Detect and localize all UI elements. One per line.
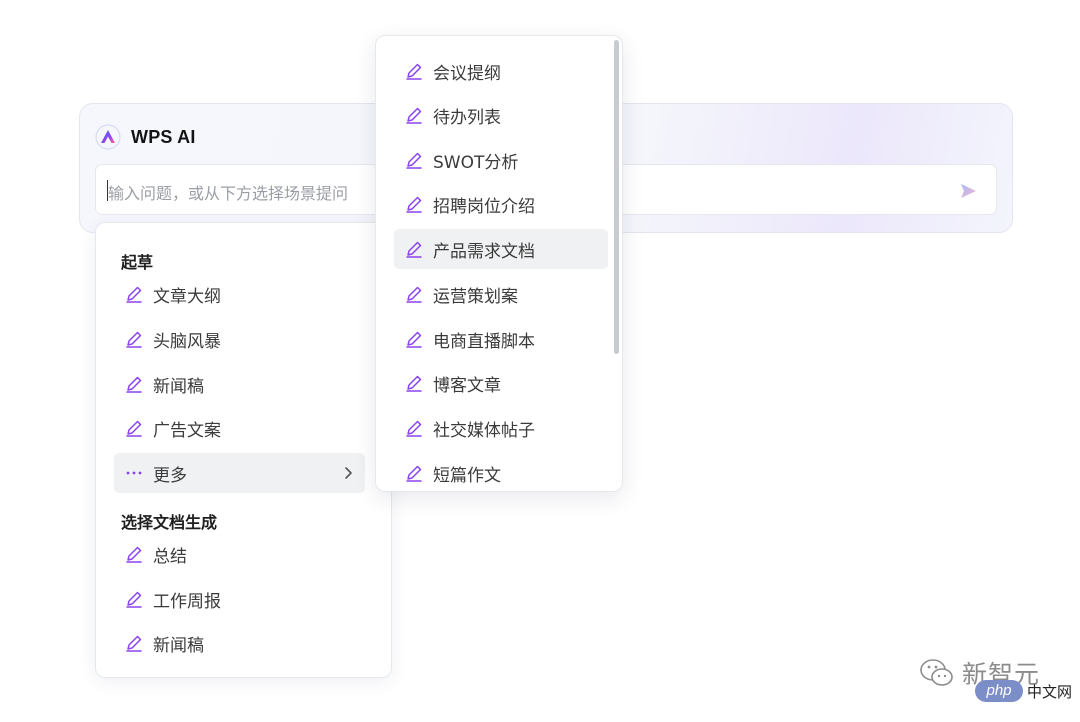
menu-item-doc-press-release[interactable]: 新闻稿 (114, 623, 365, 663)
menu-item-weekly-report[interactable]: 工作周报 (114, 579, 365, 619)
submenu-item-blog-post[interactable]: 博客文章 (394, 363, 608, 403)
menu-item-article-outline[interactable]: 文章大纲 (114, 274, 365, 314)
question-input-placeholder: 输入问题，或从下方选择场景提问 (108, 180, 348, 204)
submenu-item-label: 产品需求文档 (433, 237, 535, 262)
submenu-item-operations-plan[interactable]: 运营策划案 (394, 274, 608, 314)
submenu-item-social-post[interactable]: 社交媒体帖子 (394, 408, 608, 448)
pen-icon (404, 150, 424, 170)
menu-item-brainstorm[interactable]: 头脑风暴 (114, 319, 365, 359)
submenu-item-job-description[interactable]: 招聘岗位介绍 (394, 184, 608, 224)
pen-icon (404, 61, 424, 81)
pen-icon (124, 589, 144, 609)
menu-item-label: 更多 (153, 461, 187, 486)
pen-icon (404, 194, 424, 214)
more-submenu: 会议提纲 待办列表 SWOT分析 招聘岗位介绍 产品需求文档 运营策划案 电商直… (375, 35, 623, 492)
submenu-item-todo-list[interactable]: 待办列表 (394, 95, 608, 135)
panel-header: WPS AI (95, 124, 196, 150)
submenu-item-label: SWOT分析 (433, 148, 518, 173)
pen-icon (404, 418, 424, 438)
menu-item-label: 广告文案 (153, 416, 221, 441)
menu-item-label: 总结 (153, 542, 187, 567)
menu-item-press-release[interactable]: 新闻稿 (114, 364, 365, 404)
menu-item-label: 工作周报 (153, 587, 221, 612)
pen-icon (124, 374, 144, 394)
pen-icon (124, 418, 144, 438)
submenu-item-label: 电商直播脚本 (433, 327, 535, 352)
submenu-item-meeting-outline[interactable]: 会议提纲 (394, 51, 608, 91)
php-logo: php (975, 680, 1023, 702)
menu-item-label: 新闻稿 (153, 631, 204, 656)
pen-icon (124, 633, 144, 653)
pen-icon (404, 329, 424, 349)
menu-item-label: 新闻稿 (153, 372, 204, 397)
panel-title: WPS AI (131, 127, 196, 148)
section-title-doc-generate: 选择文档生成 (121, 509, 217, 533)
submenu-item-swot[interactable]: SWOT分析 (394, 140, 608, 180)
pen-icon (404, 463, 424, 483)
submenu-item-label: 博客文章 (433, 371, 501, 396)
menu-item-ad-copy[interactable]: 广告文案 (114, 408, 365, 448)
submenu-item-short-essay[interactable]: 短篇作文 (394, 453, 608, 492)
wps-ai-logo (95, 124, 121, 150)
pen-icon (404, 284, 424, 304)
pen-icon (124, 329, 144, 349)
chevron-right-icon (341, 465, 355, 481)
section-title-draft: 起草 (121, 249, 153, 273)
submenu-item-label: 待办列表 (433, 103, 501, 128)
pen-icon (404, 105, 424, 125)
submenu-scrollbar[interactable] (614, 40, 619, 354)
wechat-icon (918, 656, 956, 690)
submenu-item-label: 招聘岗位介绍 (433, 192, 535, 217)
submenu-item-livestream-script[interactable]: 电商直播脚本 (394, 319, 608, 359)
menu-item-more[interactable]: 更多 (114, 453, 365, 493)
submenu-item-label: 短篇作文 (433, 461, 501, 486)
submenu-item-label: 会议提纲 (433, 59, 501, 84)
pen-icon (404, 239, 424, 259)
menu-item-label: 文章大纲 (153, 282, 221, 307)
pen-icon (124, 544, 144, 564)
menu-item-summary[interactable]: 总结 (114, 534, 365, 574)
submenu-item-prd[interactable]: 产品需求文档 (394, 229, 608, 269)
php-site-name: 中文网 (1027, 681, 1072, 702)
send-icon[interactable] (958, 181, 978, 201)
scene-dropdown: 起草 文章大纲 头脑风暴 新闻稿 广告文案 更多 选择文档生成 总结 工作周报 … (95, 222, 392, 678)
pen-icon (404, 373, 424, 393)
submenu-item-label: 社交媒体帖子 (433, 416, 535, 441)
pen-icon (124, 284, 144, 304)
ellipsis-icon (124, 463, 144, 483)
submenu-item-label: 运营策划案 (433, 282, 518, 307)
menu-item-label: 头脑风暴 (153, 327, 221, 352)
